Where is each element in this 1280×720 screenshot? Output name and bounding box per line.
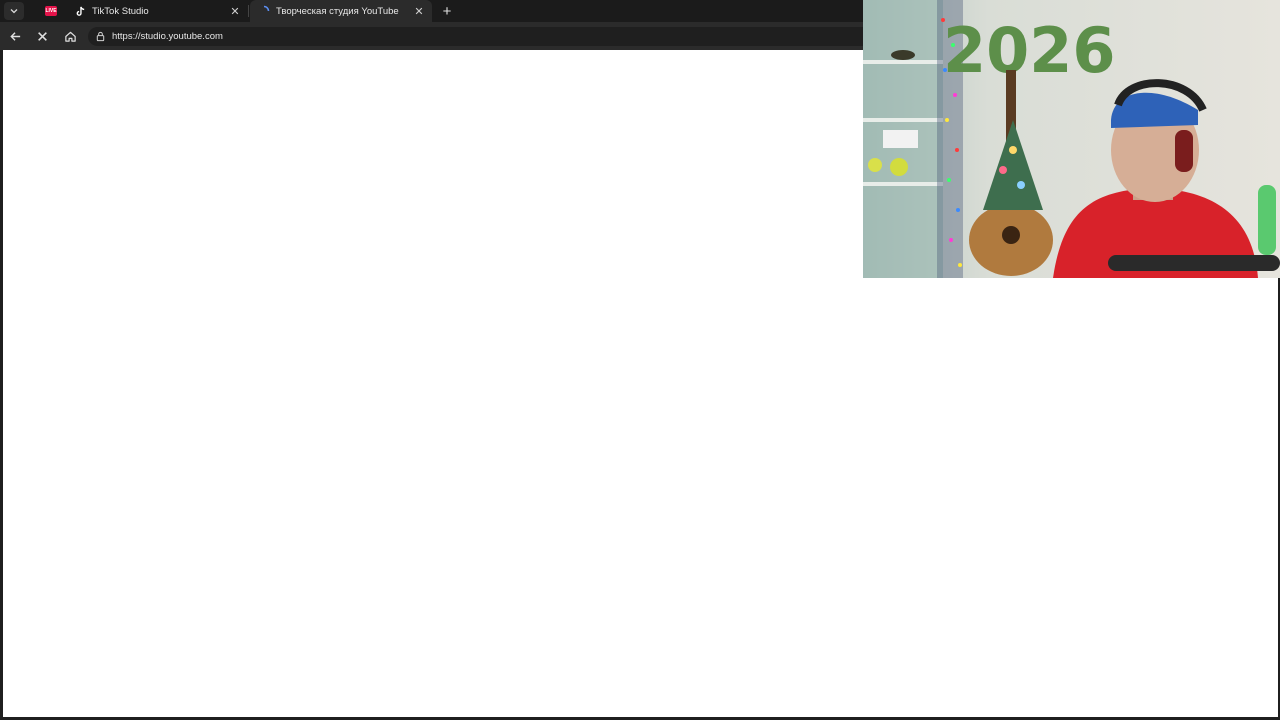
address-bar[interactable]: https://studio.youtube.com — [88, 27, 878, 46]
close-icon — [37, 31, 47, 41]
tiktok-icon — [74, 5, 86, 17]
home-icon — [64, 31, 76, 42]
webcam-feed-icon: 2026 — [863, 0, 1280, 278]
close-tab-icon[interactable]: ✕ — [412, 4, 426, 18]
chevron-down-icon — [10, 9, 18, 14]
stop-loading-button[interactable] — [33, 27, 51, 45]
back-button[interactable] — [6, 27, 24, 45]
home-button[interactable] — [61, 27, 79, 45]
svg-text:2026: 2026 — [943, 14, 1116, 87]
new-tab-button[interactable]: + — [438, 2, 456, 20]
live-badge-icon: LIVE — [45, 6, 57, 16]
tab-search-button[interactable] — [4, 2, 24, 20]
tab-title: TikTok Studio — [92, 5, 149, 17]
site-info-icon[interactable] — [95, 31, 106, 42]
arrow-left-icon — [9, 31, 20, 41]
close-tab-icon[interactable]: ✕ — [228, 4, 242, 18]
tab-title: Творческая студия YouTube — [276, 5, 399, 17]
tab-youtube-studio[interactable]: Творческая студия YouTube ✕ — [250, 0, 432, 22]
pinned-tab[interactable]: LIVE — [38, 2, 64, 20]
tab-divider — [248, 5, 249, 17]
tab-tiktok-studio[interactable]: TikTok Studio ✕ — [66, 0, 248, 22]
url-text: https://studio.youtube.com — [112, 31, 223, 42]
webcam-overlay: 2026 — [863, 0, 1280, 278]
youtube-studio-loading-icon — [258, 5, 270, 17]
